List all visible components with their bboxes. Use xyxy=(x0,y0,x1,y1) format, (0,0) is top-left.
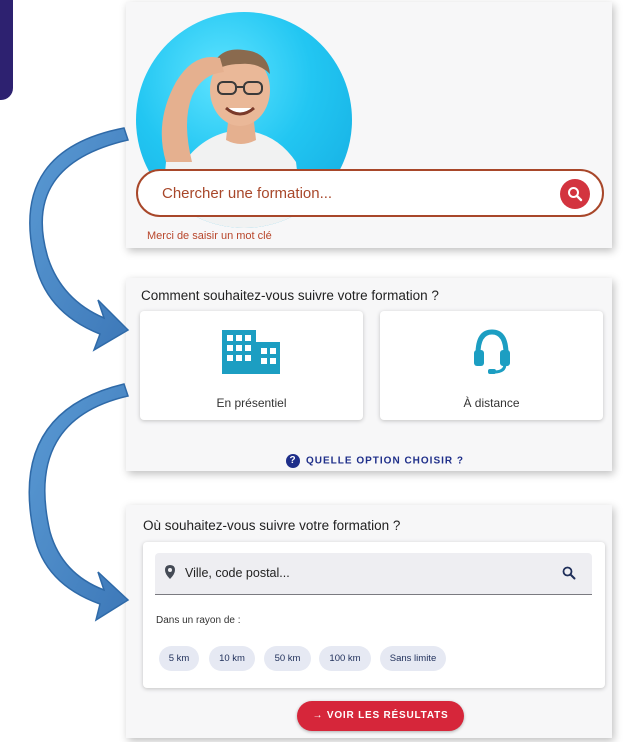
arrow-to-mode xyxy=(29,127,130,352)
building-icon xyxy=(222,330,280,374)
location-panel: Où souhaitez-vous suivre votre formation… xyxy=(126,505,612,738)
search-icon xyxy=(568,187,583,202)
radius-chip-no-limit[interactable]: Sans limite xyxy=(380,646,446,671)
location-input[interactable]: Ville, code postal... xyxy=(155,553,592,595)
option-presentiel-label: En présentiel xyxy=(216,396,287,410)
corner-decoration xyxy=(0,0,13,100)
radius-label: Dans un rayon de : xyxy=(156,615,241,626)
option-presentiel-card[interactable]: En présentiel xyxy=(140,311,363,420)
search-input[interactable]: Chercher une formation... xyxy=(136,169,604,217)
location-placeholder: Ville, code postal... xyxy=(185,566,290,580)
headset-icon xyxy=(474,329,510,374)
option-distance-label: À distance xyxy=(463,396,520,410)
search-hint: Merci de saisir un mot clé xyxy=(147,230,272,242)
radius-chip-10km[interactable]: 10 km xyxy=(209,646,255,671)
arrow-to-location xyxy=(28,383,130,622)
location-card: Ville, code postal... Dans un rayon de :… xyxy=(143,542,605,688)
see-results-button[interactable]: → VOIR LES RÉSULTATS xyxy=(297,701,464,731)
help-link-label: QUELLE OPTION CHOISIR ? xyxy=(306,455,465,467)
option-distance-card[interactable]: À distance xyxy=(380,311,603,420)
mode-panel: Comment souhaitez-vous suivre votre form… xyxy=(126,278,612,471)
radius-chip-5km[interactable]: 5 km xyxy=(159,646,199,671)
location-pin-icon xyxy=(165,565,175,579)
radius-chip-100km[interactable]: 100 km xyxy=(319,646,371,671)
mode-question: Comment souhaitez-vous suivre votre form… xyxy=(141,288,439,303)
search-icon[interactable] xyxy=(562,566,576,580)
search-button[interactable] xyxy=(560,179,590,209)
see-results-label: VOIR LES RÉSULTATS xyxy=(326,710,449,721)
search-placeholder: Chercher une formation... xyxy=(162,185,333,202)
search-panel: Chercher une formation... Merci de saisi… xyxy=(126,2,612,248)
question-icon: ? xyxy=(286,454,300,468)
radius-chip-50km[interactable]: 50 km xyxy=(264,646,311,671)
location-question: Où souhaitez-vous suivre votre formation… xyxy=(143,518,401,533)
help-link[interactable]: ? QUELLE OPTION CHOISIR ? xyxy=(286,454,464,468)
arrow-right-icon: → xyxy=(312,710,327,721)
